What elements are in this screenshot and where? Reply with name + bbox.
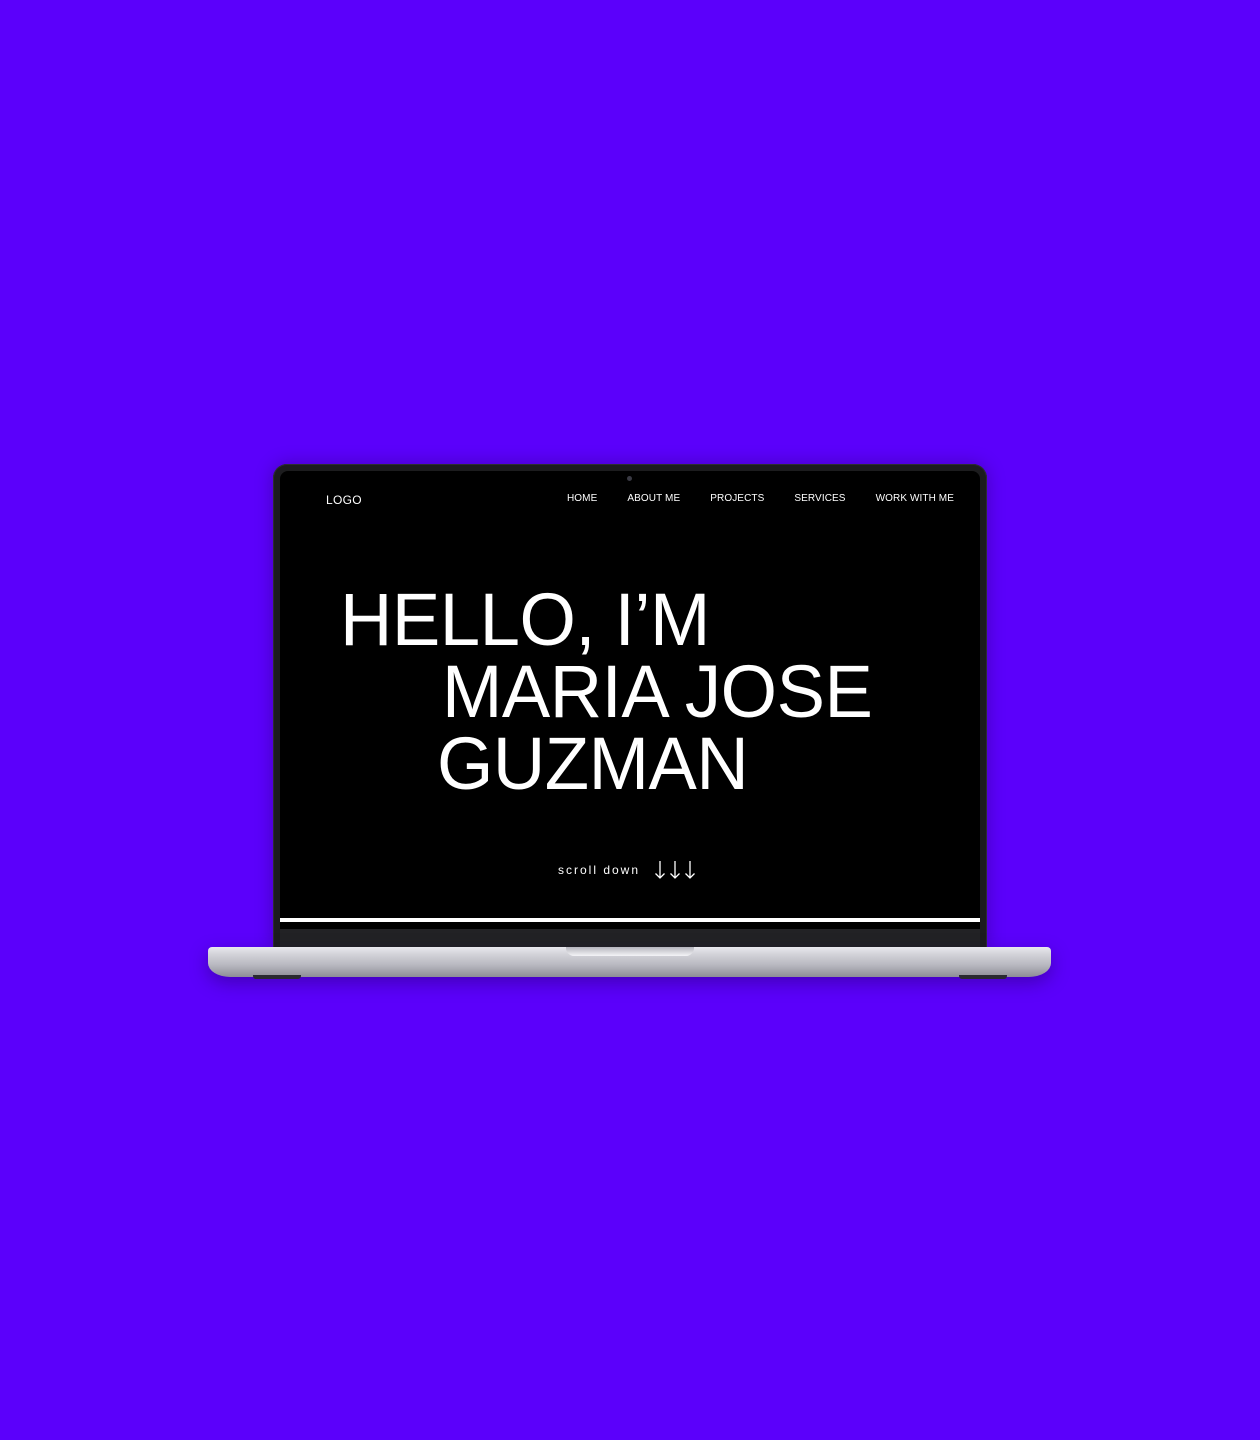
hero-line-last-name: GUZMAN — [437, 722, 749, 805]
screen-bottom-bezel — [280, 929, 980, 948]
hero-line-greeting: HELLO, I’M — [340, 578, 710, 661]
laptop-screen: LOGO HOME ABOUT ME PROJECTS SERVICES WOR… — [280, 471, 980, 929]
arrow-down-icon — [670, 861, 680, 879]
scroll-down-label: scroll down — [558, 863, 641, 877]
scroll-arrows — [654, 860, 696, 880]
screen-divider-line — [280, 918, 980, 922]
scroll-down-cue[interactable]: scroll down — [558, 860, 696, 880]
lid-opening-notch — [566, 947, 694, 956]
laptop-foot-right — [959, 975, 1007, 979]
arrow-down-icon — [655, 861, 665, 879]
laptop-mockup: LOGO HOME ABOUT ME PROJECTS SERVICES WOR… — [0, 0, 1260, 1440]
laptop-foot-left — [253, 975, 301, 979]
camera-icon — [627, 476, 632, 481]
arrow-down-icon — [685, 861, 695, 879]
hero-line-first-name: MARIA JOSE — [442, 650, 873, 733]
